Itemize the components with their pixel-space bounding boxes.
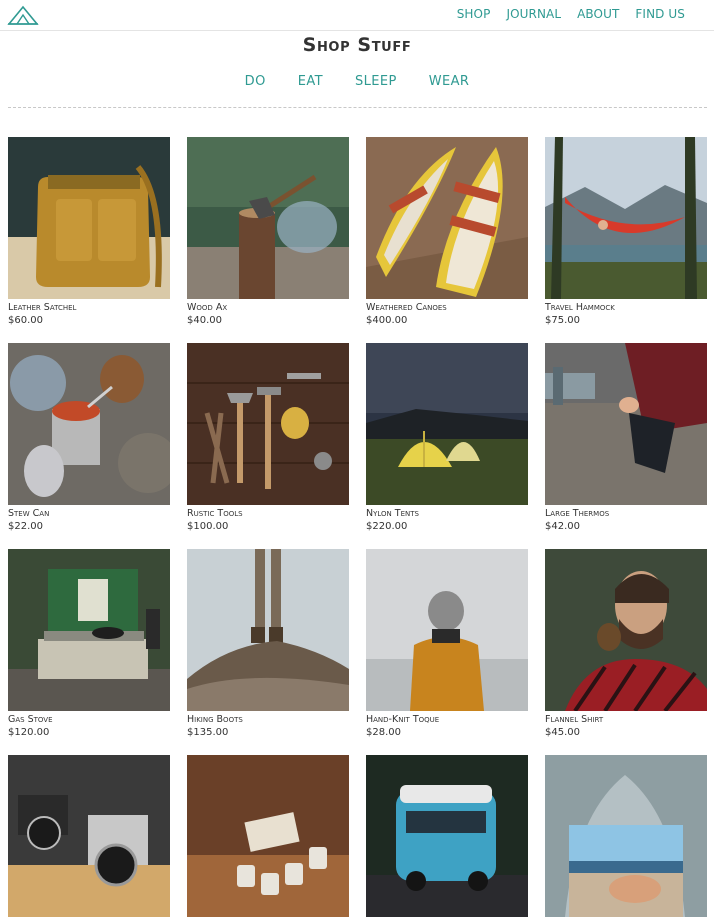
product-name[interactable]: Hand-Knit Toque: [366, 714, 528, 726]
product-price: $45.00: [545, 727, 580, 738]
product-price: $120.00: [8, 727, 50, 738]
leather-satchel-image[interactable]: [8, 137, 170, 299]
tent-view-image[interactable]: [545, 755, 707, 917]
hiking-boots-image[interactable]: [187, 549, 349, 711]
product-card[interactable]: Gas Stove $120.00: [8, 549, 170, 748]
product-card[interactable]: Hand-Knit Toque $28.00: [366, 549, 528, 748]
product-name[interactable]: Leather Satchel: [8, 302, 170, 314]
section-divider: [8, 107, 707, 108]
product-price: $28.00: [366, 727, 401, 738]
product-name[interactable]: Wood Ax: [187, 302, 349, 314]
cameras-image[interactable]: [8, 755, 170, 917]
nav-find-us-link[interactable]: FIND US: [635, 7, 685, 21]
product-name[interactable]: Hiking Boots: [187, 714, 349, 726]
category-filter: DO EAT SLEEP WEAR: [0, 74, 714, 89]
category-eat-link[interactable]: EAT: [298, 74, 323, 89]
product-card[interactable]: Leather Satchel $60.00: [8, 137, 170, 336]
product-card[interactable]: [8, 755, 170, 918]
product-card[interactable]: Rustic Tools $100.00: [187, 343, 349, 542]
product-name[interactable]: Nylon Tents: [366, 508, 528, 520]
top-navigation-bar: SHOP JOURNAL ABOUT FIND US: [0, 0, 714, 31]
toque-image[interactable]: [366, 549, 528, 711]
product-name[interactable]: Rustic Tools: [187, 508, 349, 520]
stew-can-image[interactable]: [8, 343, 170, 505]
nav-about-link[interactable]: ABOUT: [577, 7, 619, 21]
product-price: $75.00: [545, 315, 580, 326]
product-name[interactable]: Weathered Canoes: [366, 302, 528, 314]
tent-logo-icon[interactable]: [7, 4, 39, 26]
product-name[interactable]: Stew Can: [8, 508, 170, 520]
product-price: $22.00: [8, 521, 43, 532]
product-name[interactable]: Large Thermos: [545, 508, 707, 520]
mugs-image[interactable]: [187, 755, 349, 917]
product-price: $220.00: [366, 521, 408, 532]
page-title: Shop Stuff: [302, 34, 412, 56]
hammock-image[interactable]: [545, 137, 707, 299]
canoes-image[interactable]: [366, 137, 528, 299]
category-do-link[interactable]: DO: [245, 74, 266, 89]
nav-journal-link[interactable]: JOURNAL: [506, 7, 561, 21]
product-price: $100.00: [187, 521, 229, 532]
category-wear-link[interactable]: WEAR: [429, 74, 470, 89]
category-sleep-link[interactable]: SLEEP: [355, 74, 397, 89]
gas-stove-image[interactable]: [8, 549, 170, 711]
thermos-image[interactable]: [545, 343, 707, 505]
product-grid: Leather Satchel $60.00 Wood Ax $40.00 We…: [8, 137, 708, 918]
product-price: $42.00: [545, 521, 580, 532]
product-card[interactable]: [187, 755, 349, 918]
product-card[interactable]: Stew Can $22.00: [8, 343, 170, 542]
camper-van-image[interactable]: [366, 755, 528, 917]
tents-image[interactable]: [366, 343, 528, 505]
product-card[interactable]: Large Thermos $42.00: [545, 343, 707, 542]
product-card[interactable]: Wood Ax $40.00: [187, 137, 349, 336]
product-card[interactable]: Nylon Tents $220.00: [366, 343, 528, 542]
product-name[interactable]: Flannel Shirt: [545, 714, 707, 726]
main-nav: SHOP JOURNAL ABOUT FIND US: [441, 7, 685, 21]
product-price: $40.00: [187, 315, 222, 326]
nav-shop-link[interactable]: SHOP: [457, 7, 491, 21]
product-price: $135.00: [187, 727, 229, 738]
product-price: $400.00: [366, 315, 408, 326]
rustic-tools-image[interactable]: [187, 343, 349, 505]
product-name[interactable]: Gas Stove: [8, 714, 170, 726]
wood-ax-image[interactable]: [187, 137, 349, 299]
product-name[interactable]: Travel Hammock: [545, 302, 707, 314]
product-card[interactable]: [366, 755, 528, 918]
product-card[interactable]: [545, 755, 707, 918]
product-card[interactable]: Flannel Shirt $45.00: [545, 549, 707, 748]
product-card[interactable]: Travel Hammock $75.00: [545, 137, 707, 336]
product-card[interactable]: Hiking Boots $135.00: [187, 549, 349, 748]
flannel-shirt-image[interactable]: [545, 549, 707, 711]
product-card[interactable]: Weathered Canoes $400.00: [366, 137, 528, 336]
product-price: $60.00: [8, 315, 43, 326]
